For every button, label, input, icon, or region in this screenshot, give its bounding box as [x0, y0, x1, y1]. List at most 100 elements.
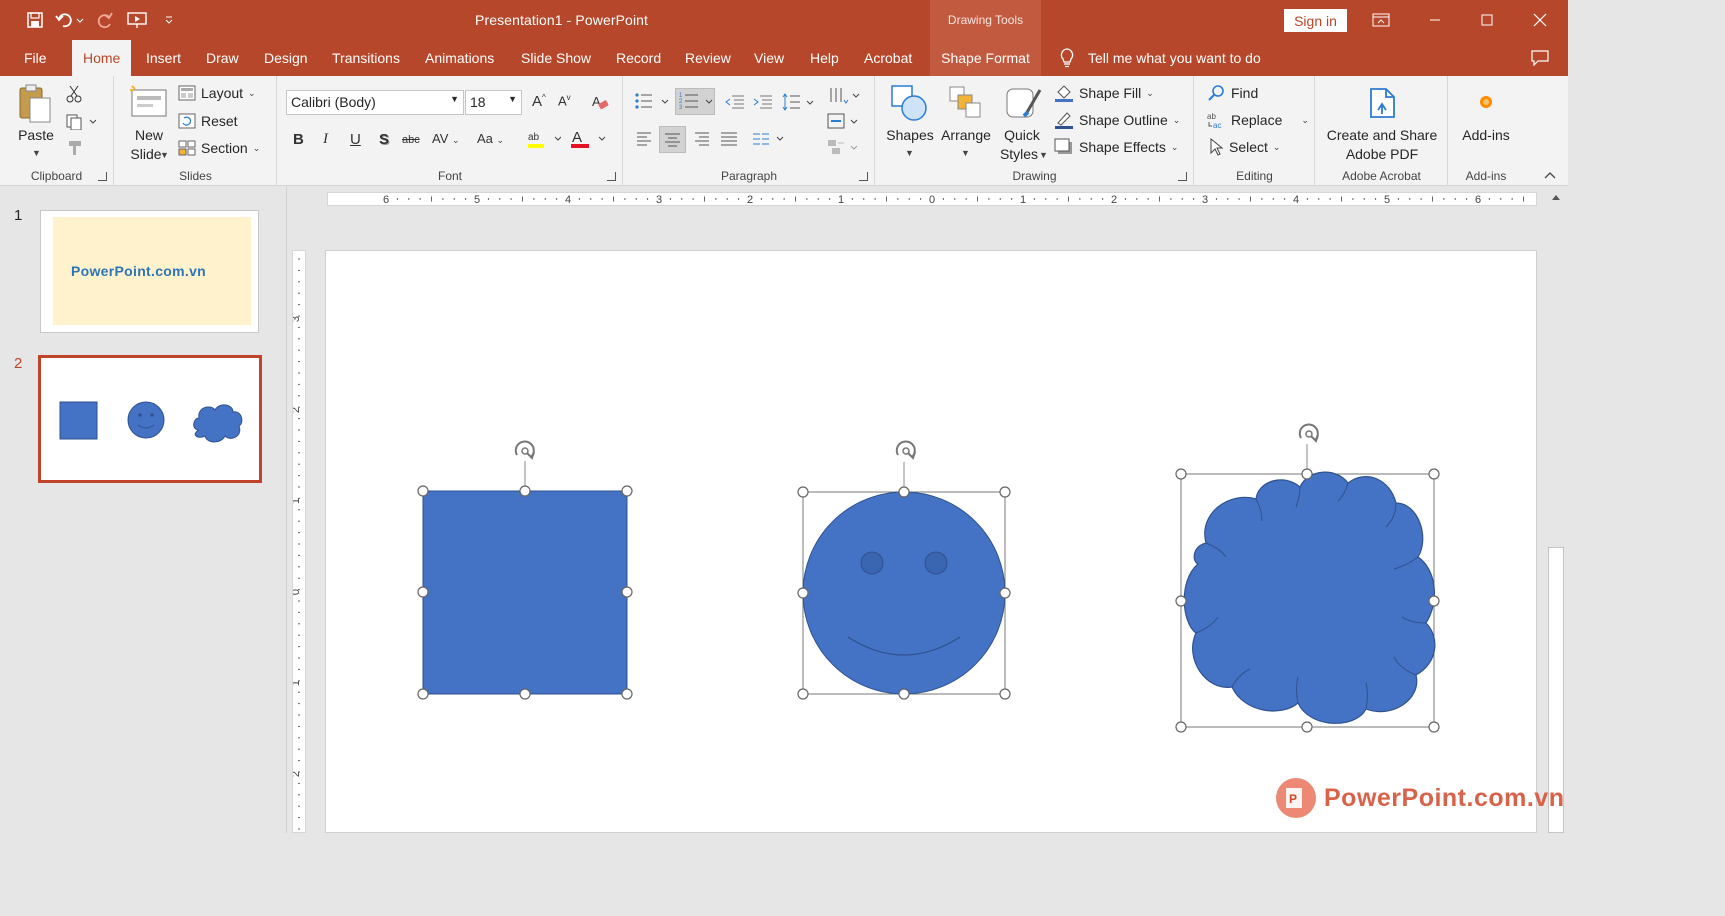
- clear-formatting-icon[interactable]: A: [591, 93, 609, 111]
- slide-canvas[interactable]: [325, 250, 1537, 833]
- shape-fill-button[interactable]: Shape Fill ⌄: [1054, 84, 1154, 102]
- new-slide-label-1[interactable]: New: [125, 126, 173, 145]
- paste-button[interactable]: Paste: [10, 126, 62, 145]
- copy-icon[interactable]: [66, 114, 96, 130]
- font-size-select[interactable]: 18 ▼: [465, 90, 522, 115]
- collapse-ribbon-icon[interactable]: [1544, 171, 1556, 179]
- slide-thumbnail-1[interactable]: PowerPoint.com.vn: [40, 210, 259, 333]
- tell-me-search[interactable]: Tell me what you want to do: [1060, 40, 1261, 76]
- clipboard-dialog-launcher[interactable]: [98, 172, 107, 181]
- align-text-icon[interactable]: [826, 112, 860, 132]
- strikethrough-button[interactable]: abc: [402, 134, 420, 146]
- rectangle-shape[interactable]: [417, 440, 633, 700]
- replace-button[interactable]: ab ac Replace ⌄: [1206, 111, 1309, 129]
- shrink-font-icon[interactable]: Av: [558, 93, 571, 108]
- cloud-shape[interactable]: [1175, 423, 1440, 733]
- text-direction-icon[interactable]: [828, 86, 862, 106]
- paste-icon[interactable]: [18, 84, 52, 124]
- tab-record[interactable]: Record: [616, 40, 661, 76]
- arrange-icon[interactable]: [948, 85, 982, 121]
- slide-thumbnail-2[interactable]: [38, 355, 262, 483]
- tab-acrobat[interactable]: Acrobat: [864, 40, 912, 76]
- minimize-icon[interactable]: [1412, 0, 1458, 40]
- layout-button[interactable]: Layout ⌄: [178, 85, 256, 101]
- new-slide-icon[interactable]: [129, 84, 169, 122]
- grow-font-icon[interactable]: A^: [532, 93, 546, 110]
- tab-view[interactable]: View: [754, 40, 784, 76]
- convert-to-smartart-icon[interactable]: [826, 138, 860, 158]
- font-color-icon[interactable]: A: [570, 128, 606, 150]
- shape-effects-button[interactable]: Shape Effects ⌄: [1054, 138, 1178, 156]
- tab-shape-format[interactable]: Shape Format: [930, 40, 1041, 76]
- decrease-indent-icon[interactable]: [725, 94, 745, 110]
- create-pdf-icon[interactable]: [1368, 86, 1398, 120]
- section-button[interactable]: Section ⌄: [178, 140, 260, 156]
- vertical-scrollbar[interactable]: [1545, 187, 1568, 833]
- align-left-icon[interactable]: [636, 131, 654, 147]
- maximize-icon[interactable]: [1464, 0, 1510, 40]
- tab-transitions[interactable]: Transitions: [332, 40, 400, 76]
- tab-design[interactable]: Design: [264, 40, 308, 76]
- tab-draw[interactable]: Draw: [206, 40, 239, 76]
- bullets-icon[interactable]: [634, 92, 670, 110]
- add-ins-icon[interactable]: [1478, 94, 1494, 110]
- arrange-button[interactable]: Arrange: [938, 126, 994, 145]
- group-editing: Find ab ac Replace ⌄ Select ⌄ Editing: [1195, 76, 1315, 186]
- shape-outline-button[interactable]: Shape Outline ⌄: [1054, 111, 1180, 129]
- bold-button[interactable]: B: [293, 131, 304, 148]
- tab-file[interactable]: File: [24, 40, 47, 76]
- customize-toolbar-icon[interactable]: [156, 7, 182, 33]
- highlight-color-icon[interactable]: ab: [527, 128, 561, 150]
- reset-button[interactable]: Reset: [178, 113, 238, 129]
- smiley-face-shape[interactable]: [797, 440, 1011, 700]
- paragraph-dialog-launcher[interactable]: [859, 172, 868, 181]
- shapes-button[interactable]: Shapes: [882, 126, 938, 145]
- create-share-pdf-label-1[interactable]: Create and Share: [1316, 126, 1448, 145]
- center-align-icon[interactable]: [659, 126, 686, 153]
- italic-button[interactable]: I: [323, 131, 328, 148]
- drawing-dialog-launcher[interactable]: [1178, 172, 1187, 181]
- quick-styles-dropdown-icon[interactable]: ▼: [1039, 150, 1048, 160]
- align-right-icon[interactable]: [692, 131, 710, 147]
- comments-icon[interactable]: [1517, 40, 1563, 76]
- tab-slide-show[interactable]: Slide Show: [521, 40, 591, 76]
- tab-home[interactable]: Home: [72, 40, 132, 76]
- columns-icon[interactable]: [752, 131, 786, 147]
- save-icon[interactable]: [22, 7, 48, 33]
- select-button[interactable]: Select ⌄: [1208, 138, 1280, 156]
- new-slide-dropdown-icon[interactable]: ▼: [160, 150, 169, 160]
- text-shadow-button[interactable]: S: [379, 131, 389, 148]
- sign-in-button[interactable]: Sign in: [1284, 9, 1347, 32]
- add-ins-button[interactable]: Add-ins: [1449, 126, 1523, 145]
- scroll-up-icon[interactable]: [1551, 193, 1561, 201]
- close-icon[interactable]: [1517, 0, 1563, 40]
- undo-icon[interactable]: [52, 7, 88, 33]
- tab-insert[interactable]: Insert: [146, 40, 181, 76]
- numbering-icon[interactable]: 123: [675, 88, 715, 115]
- font-dialog-launcher[interactable]: [607, 172, 616, 181]
- change-case-button[interactable]: Aa ⌄: [477, 131, 504, 146]
- quick-styles-icon[interactable]: [1004, 84, 1042, 124]
- redo-icon[interactable]: [92, 7, 118, 33]
- create-share-pdf-label-2[interactable]: Adobe PDF: [1316, 145, 1448, 164]
- underline-button[interactable]: U: [350, 131, 361, 148]
- start-from-beginning-icon[interactable]: [122, 7, 152, 33]
- shapes-dropdown-icon[interactable]: ▼: [905, 148, 914, 158]
- ribbon-display-options-icon[interactable]: [1358, 0, 1404, 40]
- find-button[interactable]: Find: [1208, 84, 1258, 102]
- quick-styles-label-2[interactable]: Styles: [994, 145, 1044, 164]
- tab-review[interactable]: Review: [685, 40, 731, 76]
- shapes-icon[interactable]: [890, 84, 928, 122]
- quick-styles-label-1[interactable]: Quick: [996, 126, 1048, 145]
- format-painter-icon[interactable]: [66, 140, 82, 156]
- tab-help[interactable]: Help: [810, 40, 839, 76]
- increase-indent-icon[interactable]: [753, 94, 773, 110]
- justify-icon[interactable]: [720, 131, 738, 147]
- line-spacing-icon[interactable]: [782, 92, 816, 112]
- tab-animations[interactable]: Animations: [425, 40, 494, 76]
- cut-icon[interactable]: [66, 85, 82, 103]
- font-name-select[interactable]: Calibri (Body) ▼: [286, 90, 464, 115]
- character-spacing-button[interactable]: AV ⌄: [432, 131, 460, 146]
- paste-dropdown-icon[interactable]: ▼: [32, 148, 41, 158]
- arrange-dropdown-icon[interactable]: ▼: [961, 148, 970, 158]
